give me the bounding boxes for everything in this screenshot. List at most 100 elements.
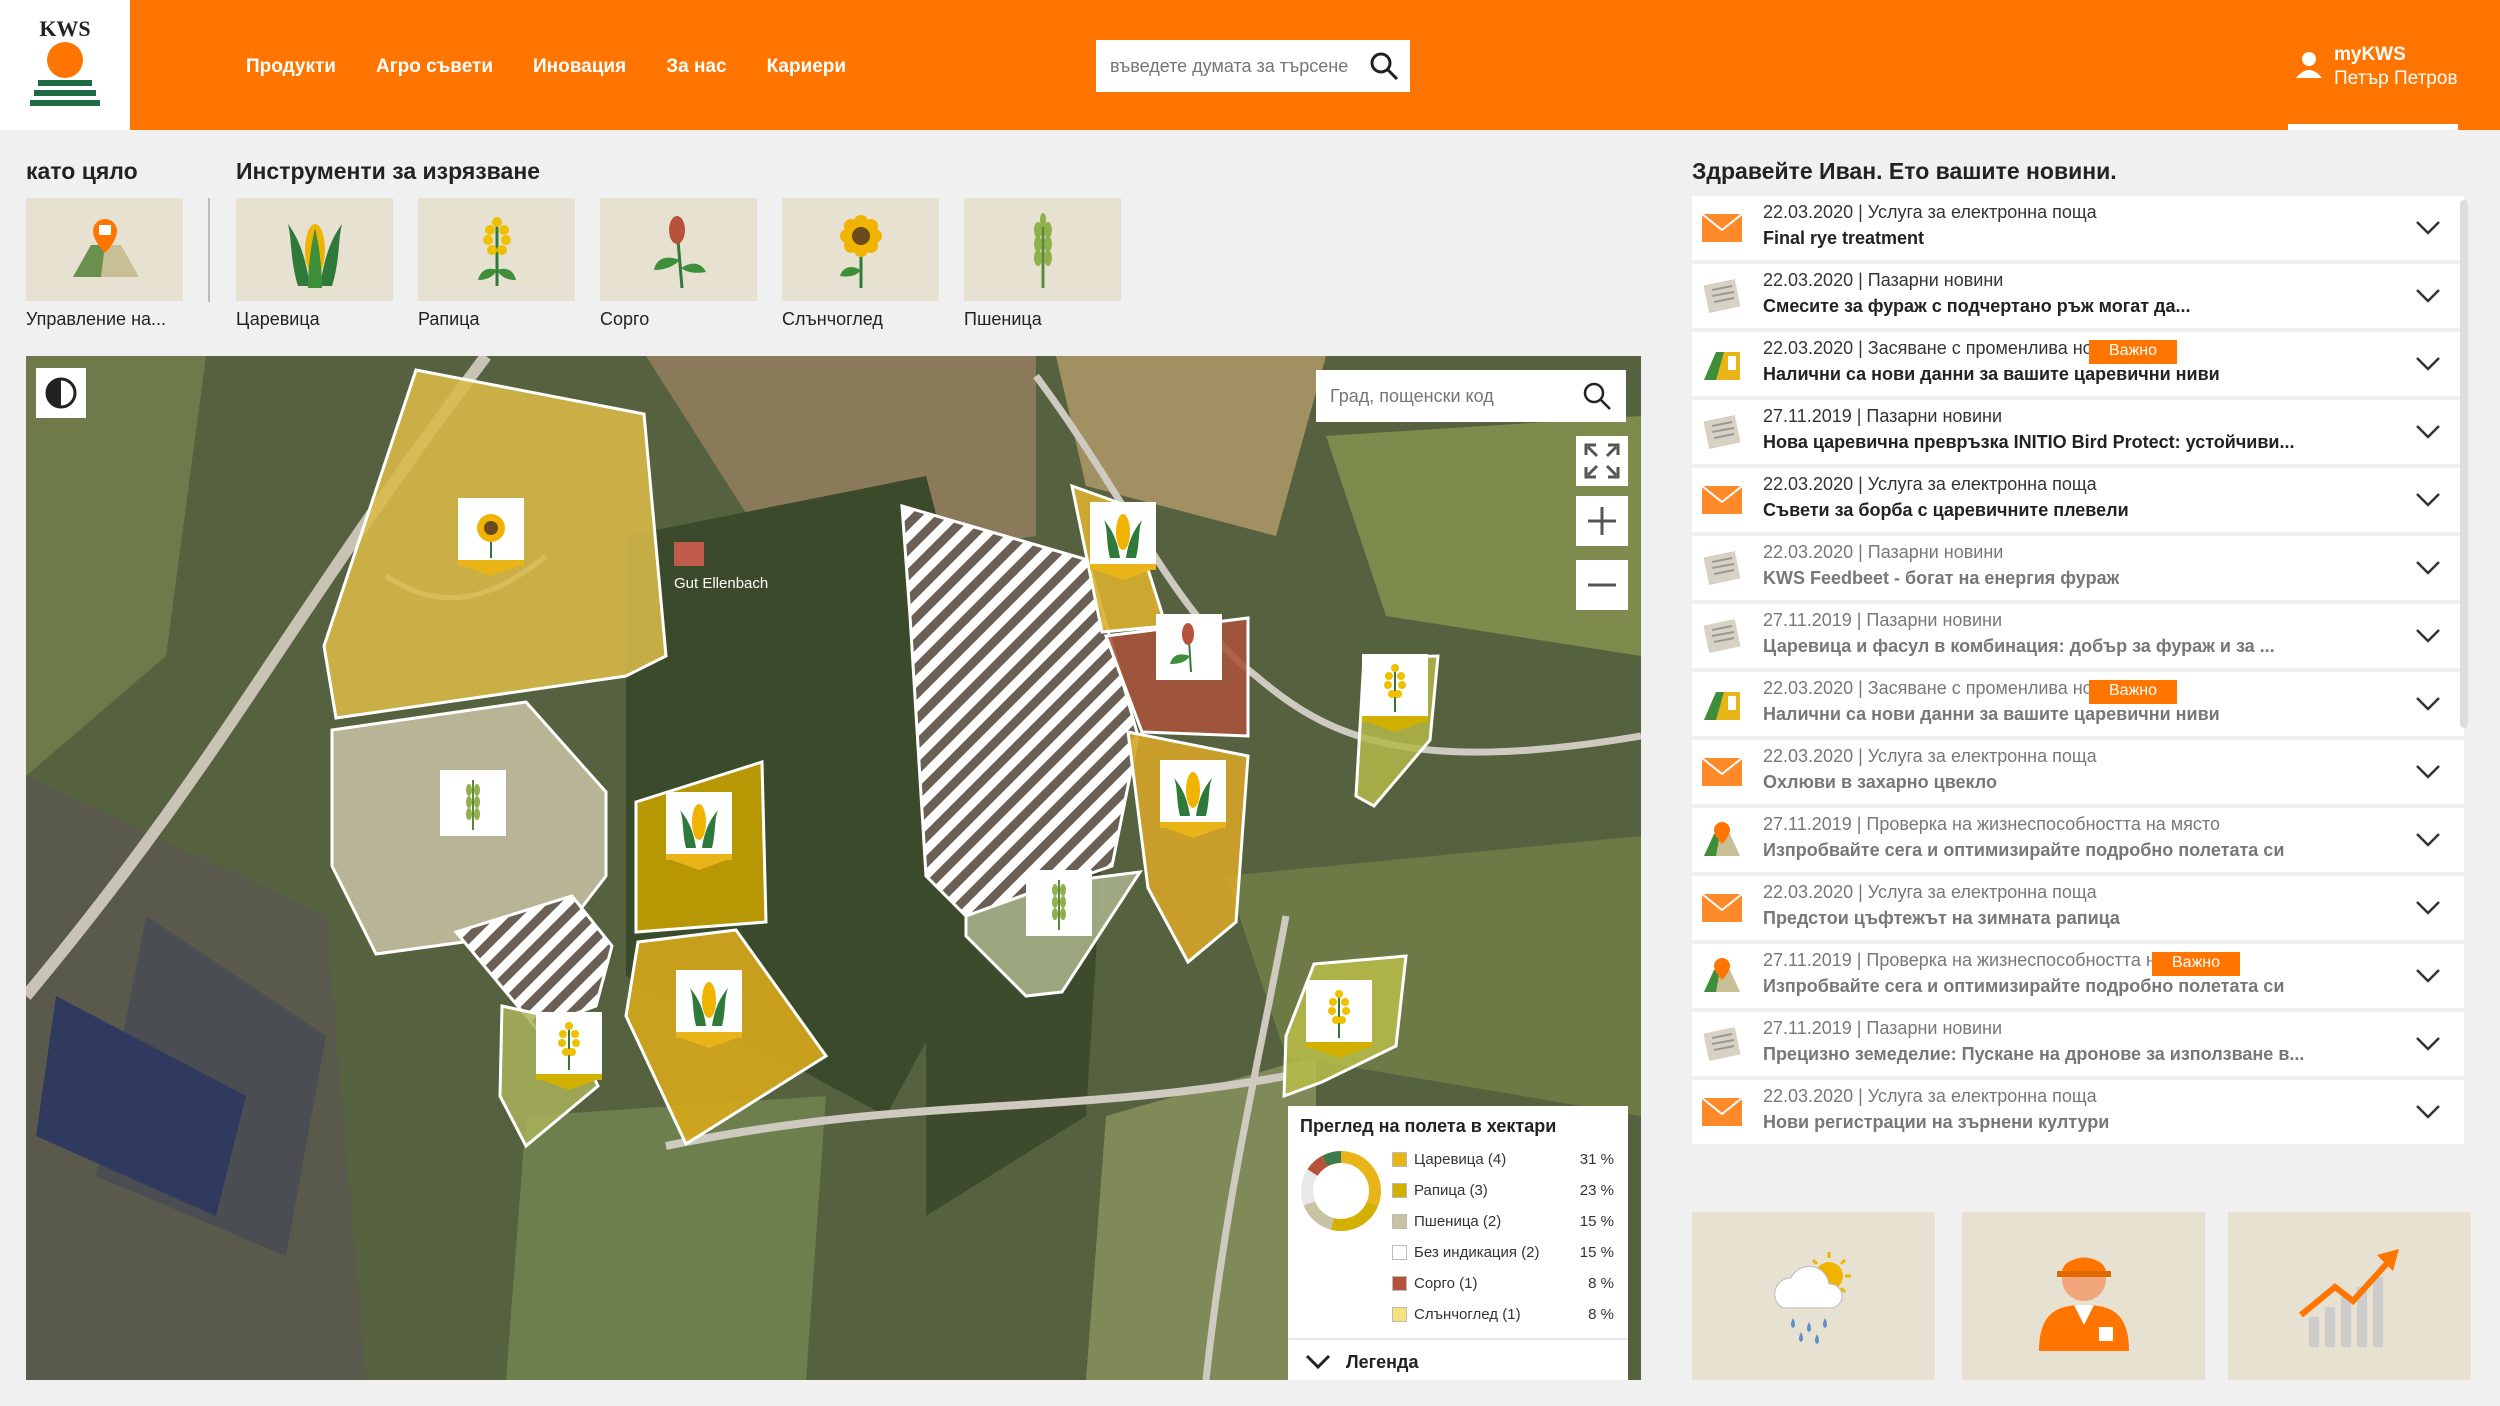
crop-tools-title: Инструменти за изрязване: [236, 158, 540, 184]
map-search-input[interactable]: [1330, 385, 1570, 407]
zoom-in-button[interactable]: [1576, 496, 1628, 546]
user-menu[interactable]: myKWS Петър Петров: [2286, 36, 2476, 130]
chevron-down-icon[interactable]: [2414, 286, 2442, 306]
chevron-down-icon[interactable]: [2414, 966, 2442, 986]
news-scrollbar[interactable]: [2460, 200, 2468, 728]
tool-field-management[interactable]: Управление на...: [26, 198, 183, 330]
crop-donut-chart: [1301, 1151, 1381, 1231]
news-item[interactable]: 27.11.2019 | Проверка на жизнеспособност…: [1692, 944, 2464, 1008]
sunflower-field-marker[interactable]: [458, 498, 524, 576]
chevron-down-icon[interactable]: [2414, 626, 2442, 646]
news-item[interactable]: 22.03.2020 | Услуга за електронна поща Пр…: [1692, 876, 2464, 940]
corn-field-marker[interactable]: [676, 970, 742, 1048]
nav-careers[interactable]: Кариери: [767, 56, 847, 78]
news-item[interactable]: 22.03.2020 | Пазарни новини Смесите за фу…: [1692, 264, 2464, 328]
legend-toggle[interactable]: Легенда: [1288, 1338, 1628, 1380]
market-tile[interactable]: [2228, 1212, 2471, 1380]
chevron-down-icon[interactable]: [2414, 694, 2442, 714]
sorghum-field-marker[interactable]: [1156, 614, 1222, 680]
sunflower-icon: [839, 214, 882, 288]
news-item[interactable]: 22.03.2020 | Услуга за електронна поща Съ…: [1692, 468, 2464, 532]
chevron-down-icon[interactable]: [2414, 558, 2442, 578]
news-headline: Охлюви в захарно цвекло: [1763, 772, 1997, 792]
corn-field-marker[interactable]: [1090, 502, 1156, 580]
legend-swatch: [1392, 1183, 1407, 1198]
advisor-tile[interactable]: [1962, 1212, 2205, 1380]
nav-innovation[interactable]: Иновация: [533, 56, 626, 78]
news-item[interactable]: 22.03.2020 | Услуга за електронна поща Fi…: [1692, 196, 2464, 260]
news-item[interactable]: 22.03.2020 | Пазарни новини KWS Feedbeet …: [1692, 536, 2464, 600]
chevron-down-icon[interactable]: [2414, 898, 2442, 918]
corn-field-marker[interactable]: [666, 792, 732, 870]
news-headline: Царевица и фасул в комбинация: добър за …: [1763, 636, 2275, 656]
top-header: KWS Продукти Агро съвети Иновация За нас…: [0, 0, 2500, 130]
news-item[interactable]: 27.11.2019 | Пазарни новини Нова царевичн…: [1692, 400, 2464, 464]
envelope-icon: [1700, 480, 1744, 520]
field-map[interactable]: Gut Ellenbach Град, пощенски код Преглед…: [26, 356, 1641, 1380]
legend-percent: 8 %: [1588, 1306, 1614, 1323]
corn-field-marker[interactable]: [1160, 760, 1226, 838]
market-chart-icon: [2298, 1249, 2399, 1347]
field-check-icon: [1700, 820, 1744, 860]
site-search: [1096, 40, 1410, 92]
news-item[interactable]: 22.03.2020 | Засяване с променлива норма…: [1692, 332, 2464, 396]
news-item[interactable]: 22.03.2020 | Услуга за електронна поща Ох…: [1692, 740, 2464, 804]
legend-crop-name: Слънчоглед (1): [1414, 1306, 1521, 1323]
important-badge: Важно: [2089, 680, 2178, 704]
tool-rapeseed[interactable]: Рапица: [418, 198, 575, 330]
nav-agro-advice[interactable]: Агро съвети: [376, 56, 493, 78]
wheat-field-marker[interactable]: [440, 770, 506, 848]
news-meta: 22.03.2020 | Засяване с променлива норма: [1763, 338, 2126, 358]
chevron-down-icon[interactable]: [2414, 1034, 2442, 1054]
news-item[interactable]: 27.11.2019 | Проверка на жизнеспособност…: [1692, 808, 2464, 872]
chevron-down-icon[interactable]: [2414, 762, 2442, 782]
contrast-icon: [45, 377, 77, 409]
field-management-icon: [72, 218, 139, 277]
legend-swatch: [1392, 1152, 1407, 1167]
tool-sunflower[interactable]: Слънчоглед: [782, 198, 939, 330]
nav-about[interactable]: За нас: [666, 56, 726, 78]
tool-sorghum[interactable]: Сорго: [600, 198, 757, 330]
search-icon[interactable]: [1368, 50, 1400, 82]
nav-products[interactable]: Продукти: [246, 56, 336, 78]
chevron-down-icon[interactable]: [2414, 354, 2442, 374]
tool-wheat[interactable]: Пшеница: [964, 198, 1121, 330]
kws-logo[interactable]: KWS: [0, 0, 130, 130]
legend-footer-label: Легенда: [1346, 1352, 1419, 1372]
place-label: Gut Ellenbach: [674, 575, 768, 592]
plus-icon: [1588, 507, 1616, 535]
contrast-toggle-button[interactable]: [36, 368, 86, 418]
news-item[interactable]: 22.03.2020 | Засяване с променлива норма…: [1692, 672, 2464, 736]
weather-tile[interactable]: [1692, 1212, 1935, 1380]
news-meta: 27.11.2019 | Пазарни новини: [1763, 610, 2003, 630]
advisor-icon: [2038, 1257, 2129, 1351]
rapeseed-field-marker[interactable]: [536, 1012, 602, 1090]
envelope-icon: [1700, 1092, 1744, 1132]
legend-row: Пшеница (2) 15 %: [1392, 1212, 1614, 1232]
tool-label: Слънчоглед: [782, 309, 883, 329]
wheat-field-marker[interactable]: [1026, 870, 1092, 936]
chevron-down-icon[interactable]: [2414, 490, 2442, 510]
legend-swatch: [1392, 1245, 1407, 1260]
search-icon[interactable]: [1582, 381, 1612, 411]
news-item[interactable]: 22.03.2020 | Услуга за електронна поща Но…: [1692, 1080, 2464, 1144]
rapeseed-field-marker[interactable]: [1306, 980, 1372, 1058]
rapeseed-field-marker[interactable]: [1362, 654, 1428, 732]
news-meta: 22.03.2020 | Пазарни новини: [1763, 270, 2004, 290]
chevron-down-icon[interactable]: [2414, 422, 2442, 442]
chevron-down-icon[interactable]: [2414, 830, 2442, 850]
news-headline: Изпробвайте сега и оптимизирайте подробн…: [1763, 840, 2285, 860]
sorghum-icon: [653, 215, 706, 288]
fullscreen-button[interactable]: [1576, 436, 1628, 486]
news-item[interactable]: 27.11.2019 | Пазарни новини Царевица и фа…: [1692, 604, 2464, 668]
field-check-icon: [1700, 956, 1744, 996]
news-meta: 22.03.2020 | Услуга за електронна поща: [1763, 202, 2097, 222]
chevron-down-icon[interactable]: [2414, 1102, 2442, 1122]
news-meta: 22.03.2020 | Пазарни новини: [1763, 542, 2004, 562]
news-item[interactable]: 27.11.2019 | Пазарни новини Прецизно земе…: [1692, 1012, 2464, 1076]
search-input[interactable]: [1110, 55, 1360, 77]
zoom-out-button[interactable]: [1576, 560, 1628, 610]
chevron-down-icon[interactable]: [2414, 218, 2442, 238]
newspaper-icon: [1700, 548, 1744, 588]
tool-corn[interactable]: Царевица: [236, 198, 393, 330]
